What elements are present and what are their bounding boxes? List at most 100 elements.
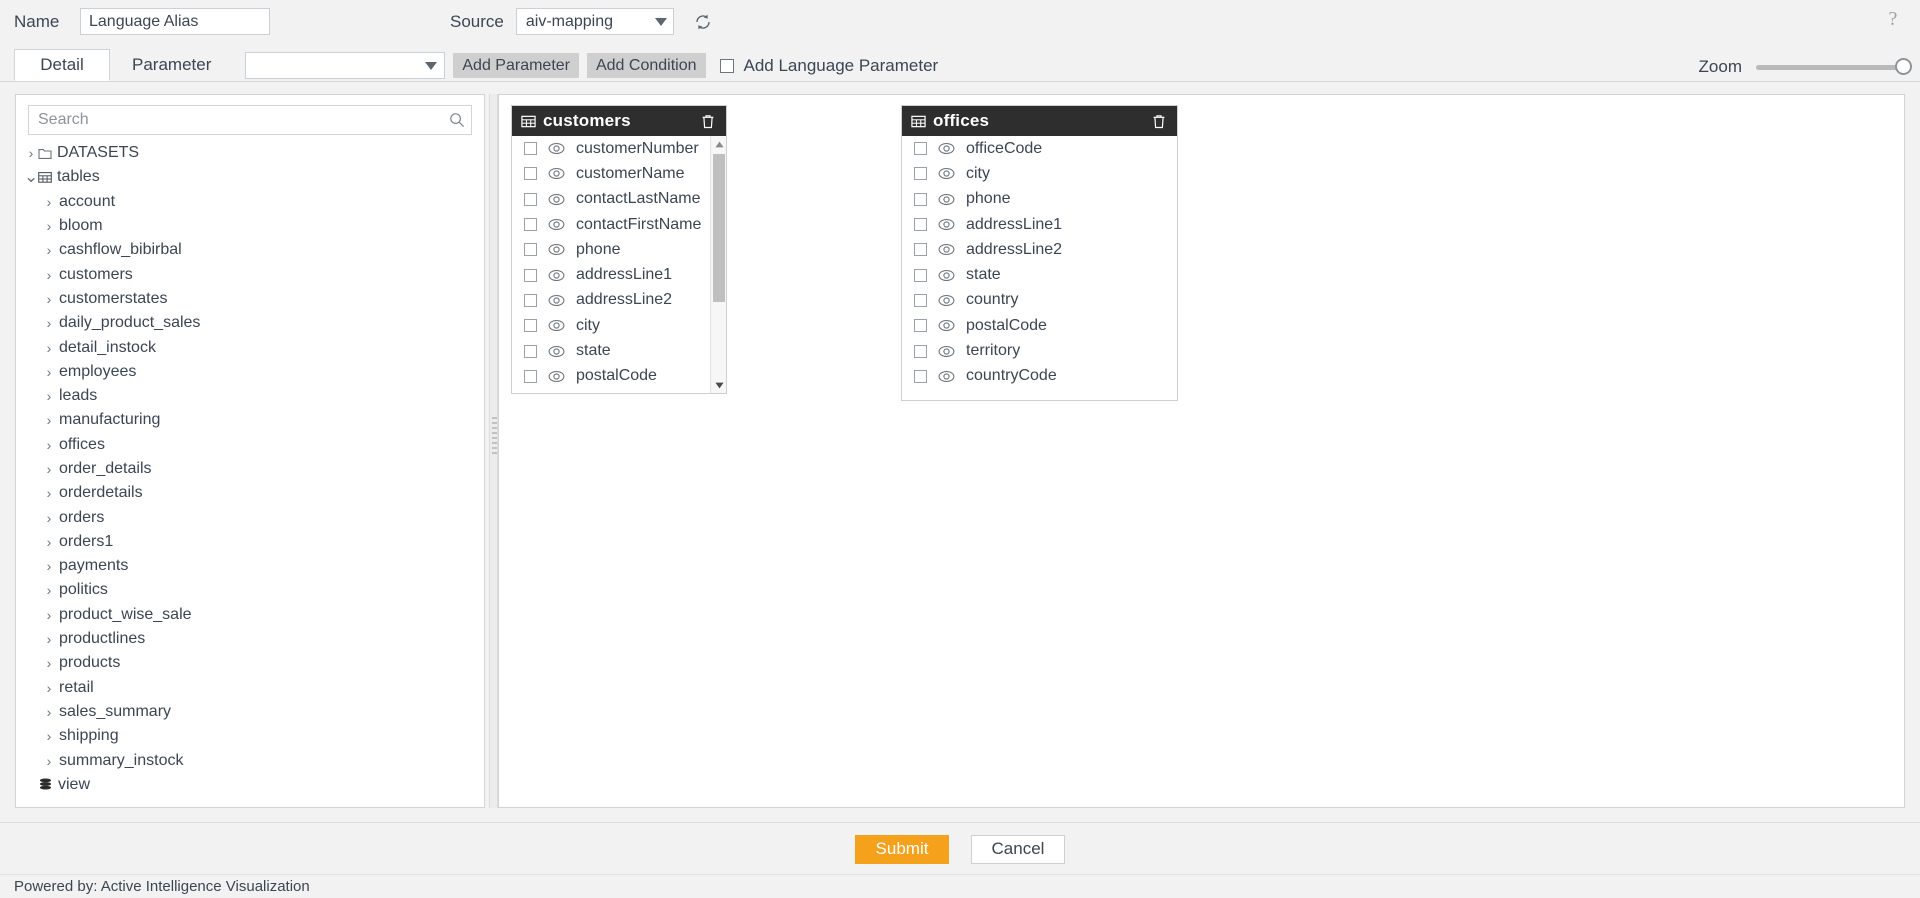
field-checkbox[interactable] [524, 142, 537, 156]
field-checkbox[interactable] [914, 167, 927, 181]
chevron-right-icon[interactable]: › [42, 607, 56, 623]
chevron-right-icon[interactable]: › [42, 194, 56, 210]
eye-icon[interactable] [548, 269, 565, 282]
tree-item-daily_product_sales[interactable]: › daily_product_sales [16, 311, 484, 335]
tree-item-view[interactable]: view [16, 773, 484, 797]
table-card-header[interactable]: offices [902, 106, 1177, 136]
parameter-select[interactable] [245, 52, 446, 79]
field-row[interactable]: city [902, 161, 1177, 186]
eye-icon[interactable] [548, 218, 565, 231]
field-row[interactable]: contactLastName [512, 187, 726, 212]
field-row[interactable]: postalCode [512, 364, 726, 389]
chevron-right-icon[interactable]: › [42, 753, 56, 769]
eye-icon[interactable] [548, 319, 565, 332]
tree-item-payments[interactable]: › payments [16, 554, 484, 578]
eye-icon[interactable] [938, 370, 955, 383]
refresh-icon[interactable] [692, 11, 714, 33]
chevron-right-icon[interactable]: › [42, 267, 56, 283]
tree-item-customerstates[interactable]: › customerstates [16, 287, 484, 311]
search-input[interactable] [29, 111, 443, 129]
table-card-customers[interactable]: customers customerNumber customerName cont… [511, 105, 727, 394]
field-row[interactable]: state [902, 262, 1177, 287]
field-checkbox[interactable] [524, 293, 537, 307]
eye-icon[interactable] [548, 345, 565, 358]
tree-item-datasets[interactable]: › DATASETS [16, 141, 484, 165]
eye-icon[interactable] [938, 269, 955, 282]
field-row[interactable]: addressLine1 [902, 212, 1177, 237]
trash-icon[interactable] [1151, 113, 1167, 130]
cancel-button[interactable]: Cancel [971, 834, 1065, 864]
chevron-right-icon[interactable]: › [42, 631, 56, 647]
eye-icon[interactable] [548, 294, 565, 307]
tree-item-orderdetails[interactable]: › orderdetails [16, 481, 484, 505]
tree-item-offices[interactable]: › offices [16, 433, 484, 457]
name-input[interactable] [80, 8, 270, 35]
chevron-right-icon[interactable]: › [42, 315, 56, 331]
tree-item-sales_summary[interactable]: › sales_summary [16, 700, 484, 724]
table-card-header[interactable]: customers [512, 106, 726, 136]
tab-parameter[interactable]: Parameter [110, 49, 233, 81]
search-box[interactable] [28, 105, 472, 135]
eye-icon[interactable] [938, 218, 955, 231]
tab-detail[interactable]: Detail [14, 49, 110, 81]
chevron-right-icon[interactable]: › [42, 655, 56, 671]
card-scrollbar[interactable] [710, 136, 726, 393]
field-row[interactable]: addressLine2 [512, 288, 726, 313]
tree-item-customers[interactable]: › customers [16, 262, 484, 286]
field-checkbox[interactable] [914, 369, 927, 383]
source-select[interactable]: aiv-mapping [515, 8, 674, 35]
tree-item-leads[interactable]: › leads [16, 384, 484, 408]
field-checkbox[interactable] [914, 293, 927, 307]
chevron-right-icon[interactable]: › [42, 291, 56, 307]
field-checkbox[interactable] [524, 218, 537, 232]
tree-item-products[interactable]: › products [16, 651, 484, 675]
chevron-right-icon[interactable]: › [42, 728, 56, 744]
chevron-right-icon[interactable]: › [42, 412, 56, 428]
field-row[interactable]: officeCode [902, 136, 1177, 161]
tree-item-employees[interactable]: › employees [16, 360, 484, 384]
field-checkbox[interactable] [524, 243, 537, 257]
help-icon[interactable]: ? [1882, 8, 1904, 30]
search-icon[interactable] [443, 112, 471, 128]
zoom-slider[interactable] [1756, 57, 1912, 75]
eye-icon[interactable] [938, 167, 955, 180]
tree-item-orders[interactable]: › orders [16, 505, 484, 529]
eye-icon[interactable] [938, 294, 955, 307]
join-canvas[interactable]: customers customerNumber customerName cont… [498, 94, 1905, 808]
eye-icon[interactable] [548, 142, 565, 155]
field-row[interactable]: customerName [512, 161, 726, 186]
field-row[interactable]: customerNumber [512, 136, 726, 161]
chevron-right-icon[interactable]: › [42, 485, 56, 501]
tree-item-cashflow_bibirbal[interactable]: › cashflow_bibirbal [16, 238, 484, 262]
eye-icon[interactable] [938, 142, 955, 155]
field-row[interactable]: phone [902, 187, 1177, 212]
eye-icon[interactable] [938, 345, 955, 358]
tree-item-manufacturing[interactable]: › manufacturing [16, 408, 484, 432]
panel-splitter[interactable] [489, 94, 498, 808]
field-checkbox[interactable] [524, 192, 537, 206]
field-row[interactable]: contactFirstName [512, 212, 726, 237]
scroll-down-arrow-icon[interactable] [711, 377, 726, 393]
chevron-right-icon[interactable]: › [42, 340, 56, 356]
submit-button[interactable]: Submit [855, 834, 949, 864]
chevron-down-icon[interactable]: ⌄ [24, 168, 38, 185]
tree-item-productlines[interactable]: › productlines [16, 627, 484, 651]
chevron-right-icon[interactable]: › [42, 704, 56, 720]
trash-icon[interactable] [700, 113, 716, 130]
field-checkbox[interactable] [524, 344, 537, 358]
chevron-right-icon[interactable]: › [42, 218, 56, 234]
field-row[interactable]: addressLine1 [512, 262, 726, 287]
tree-item-politics[interactable]: › politics [16, 578, 484, 602]
field-checkbox[interactable] [524, 167, 537, 181]
eye-icon[interactable] [938, 243, 955, 256]
eye-icon[interactable] [548, 167, 565, 180]
scroll-up-arrow-icon[interactable] [711, 136, 726, 152]
chevron-right-icon[interactable]: › [42, 242, 56, 258]
field-checkbox[interactable] [914, 268, 927, 282]
eye-icon[interactable] [938, 319, 955, 332]
tree-item-tables[interactable]: ⌄ tables [16, 165, 484, 189]
chevron-right-icon[interactable]: › [24, 145, 38, 161]
add-condition-button[interactable]: Add Condition [586, 53, 706, 78]
field-row[interactable]: territory [902, 338, 1177, 363]
add-parameter-button[interactable]: Add Parameter [453, 53, 579, 78]
